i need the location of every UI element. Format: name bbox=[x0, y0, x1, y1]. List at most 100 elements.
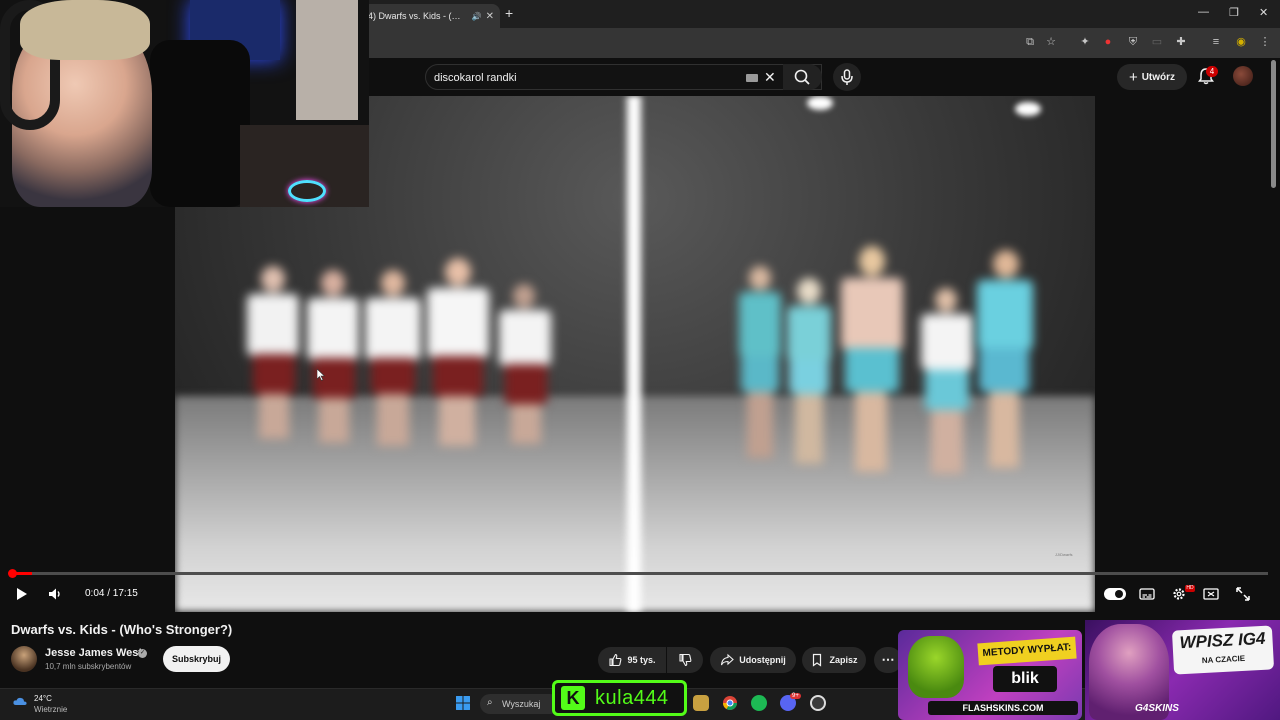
fullscreen-icon[interactable] bbox=[1234, 586, 1252, 602]
play-icon[interactable] bbox=[12, 586, 30, 602]
video-person bbox=[305, 270, 361, 460]
adblock-icon[interactable]: ● bbox=[1101, 35, 1115, 49]
profile-icon[interactable]: ◉ bbox=[1234, 35, 1248, 49]
kick-username-overlay: K kula444 bbox=[552, 680, 687, 716]
miniplayer-icon[interactable] bbox=[1202, 586, 1220, 602]
subtitles-icon[interactable] bbox=[1138, 586, 1156, 602]
search-button[interactable] bbox=[783, 64, 822, 90]
time-display: 0:04 / 17:15 bbox=[85, 588, 138, 599]
discord-badge: 9+ bbox=[790, 693, 801, 699]
progress-scrubber[interactable] bbox=[8, 569, 17, 578]
speaker-icon: 🔊 bbox=[471, 11, 482, 21]
video-person bbox=[783, 278, 835, 474]
video-person bbox=[735, 266, 785, 470]
webcam-background-door bbox=[296, 0, 358, 120]
g4skins-ad-overlay: WPISZ IG4 NA CZACIE G4SKINS bbox=[1085, 620, 1280, 720]
autoplay-toggle[interactable] bbox=[1104, 588, 1126, 600]
video-person bbox=[425, 258, 491, 464]
ad-headline: WPISZ IG4 bbox=[1179, 628, 1266, 653]
maximize-button[interactable]: ❐ bbox=[1229, 6, 1239, 19]
plus-icon: + bbox=[1128, 68, 1138, 86]
webcam-gaming-chair bbox=[150, 40, 250, 207]
streamer-webcam-overlay bbox=[0, 0, 369, 207]
chrome-icon[interactable] bbox=[722, 695, 738, 711]
new-tab-button[interactable]: + bbox=[505, 5, 513, 21]
mouse-cursor-icon bbox=[317, 369, 325, 381]
extension-icon-2[interactable]: ▭ bbox=[1150, 35, 1164, 49]
page-scrollbar[interactable] bbox=[1271, 60, 1276, 188]
browser-menu-icon[interactable]: ⋮ bbox=[1258, 35, 1272, 49]
share-arrow-icon bbox=[721, 653, 735, 666]
tab-close-button[interactable]: ✕ bbox=[486, 11, 494, 22]
microphone-icon bbox=[841, 69, 853, 85]
puzzle-icon[interactable]: ✚ bbox=[1174, 35, 1188, 49]
progress-bar[interactable] bbox=[12, 572, 1268, 575]
g4skins-brand: G4SKINS bbox=[1135, 703, 1179, 714]
voice-search-button[interactable] bbox=[833, 63, 861, 91]
search-icon bbox=[794, 69, 810, 85]
weather-cloud-icon[interactable] bbox=[12, 694, 28, 710]
create-button[interactable]: + Utwórz bbox=[1117, 64, 1187, 90]
video-watermark: JJ/Dwarfs bbox=[1055, 552, 1073, 557]
search-input[interactable] bbox=[434, 69, 734, 87]
ad-code-box: WPISZ IG4 NA CZACIE bbox=[1171, 625, 1275, 675]
video-title: Dwarfs vs. Kids - (Who's Stronger?) bbox=[11, 622, 233, 637]
video-lamp bbox=[807, 96, 833, 110]
weather-description: Wietrznie bbox=[34, 705, 68, 714]
dislike-button[interactable] bbox=[667, 647, 703, 673]
create-label: Utwórz bbox=[1141, 71, 1176, 83]
kick-username: kula444 bbox=[595, 686, 669, 709]
subscriber-count: 10,7 mln subskrybentów bbox=[45, 662, 132, 671]
thumbs-up-icon bbox=[609, 653, 622, 667]
save-label: Zapisz bbox=[829, 655, 858, 665]
file-explorer-icon[interactable] bbox=[693, 695, 709, 711]
bookmark-star-icon[interactable]: ☆ bbox=[1044, 35, 1058, 49]
goblin-mascot-image bbox=[908, 636, 964, 698]
shield-icon[interactable]: ⛨ bbox=[1126, 35, 1140, 49]
like-count: 95 tys. bbox=[627, 655, 656, 665]
volume-icon[interactable] bbox=[46, 586, 64, 602]
video-person bbox=[973, 250, 1037, 480]
account-avatar[interactable] bbox=[1233, 66, 1253, 86]
webcam-hair bbox=[20, 0, 150, 60]
flashskins-brand: FLASHSKINS.COM bbox=[928, 701, 1078, 715]
minimize-button[interactable]: — bbox=[1198, 6, 1209, 18]
video-person bbox=[363, 270, 423, 466]
spotify-icon[interactable] bbox=[751, 695, 767, 711]
hd-badge: HD bbox=[1185, 585, 1195, 592]
subscribe-button[interactable]: Subskrybuj bbox=[163, 646, 230, 672]
kick-logo-icon: K bbox=[561, 686, 585, 710]
windows-start-icon[interactable] bbox=[455, 695, 471, 711]
app-icon[interactable] bbox=[810, 695, 826, 711]
video-person bbox=[245, 266, 301, 456]
cast-icon[interactable]: ⧉ bbox=[1023, 35, 1037, 49]
bookmark-icon bbox=[813, 653, 822, 667]
share-label: Udostępnij bbox=[739, 655, 786, 665]
media-queue-icon[interactable]: ≡ bbox=[1209, 35, 1223, 49]
share-button[interactable]: Udostępnij bbox=[710, 647, 796, 673]
taskbar-search-label: Wyszukaj bbox=[502, 699, 541, 709]
extension-icon[interactable]: ✦ bbox=[1078, 35, 1092, 49]
webcam-rgb-light bbox=[288, 180, 326, 202]
video-person bbox=[497, 284, 553, 454]
thumbs-down-icon bbox=[679, 653, 692, 667]
channel-avatar[interactable] bbox=[11, 646, 37, 672]
browser-tab-active[interactable]: 4) Dwarfs vs. Kids - (Who's 🔊 ✕ bbox=[362, 4, 500, 28]
keyboard-icon[interactable] bbox=[746, 74, 758, 82]
blik-logo: blik bbox=[993, 666, 1057, 692]
tab-title: 4) Dwarfs vs. Kids - (Who's bbox=[368, 11, 468, 21]
close-window-button[interactable]: ✕ bbox=[1259, 6, 1268, 19]
save-button[interactable]: Zapisz bbox=[802, 647, 866, 673]
video-person bbox=[839, 246, 905, 486]
verified-check-icon: ✓ bbox=[138, 649, 147, 658]
video-light-beam bbox=[623, 96, 645, 612]
taskbar-search-icon: ⌕ bbox=[487, 697, 493, 708]
notification-count-badge: 4 bbox=[1206, 66, 1218, 77]
video-lamp bbox=[1015, 102, 1041, 116]
channel-name[interactable]: Jesse James West bbox=[45, 647, 142, 659]
search-box[interactable]: ✕ bbox=[425, 64, 822, 90]
ad-banner-text: METODY WYPŁAT: bbox=[977, 636, 1077, 666]
clear-search-icon[interactable]: ✕ bbox=[764, 69, 776, 86]
like-button[interactable]: 95 tys. bbox=[598, 647, 666, 673]
flashskins-ad-overlay: METODY WYPŁAT: blik FLASHSKINS.COM bbox=[898, 630, 1082, 720]
